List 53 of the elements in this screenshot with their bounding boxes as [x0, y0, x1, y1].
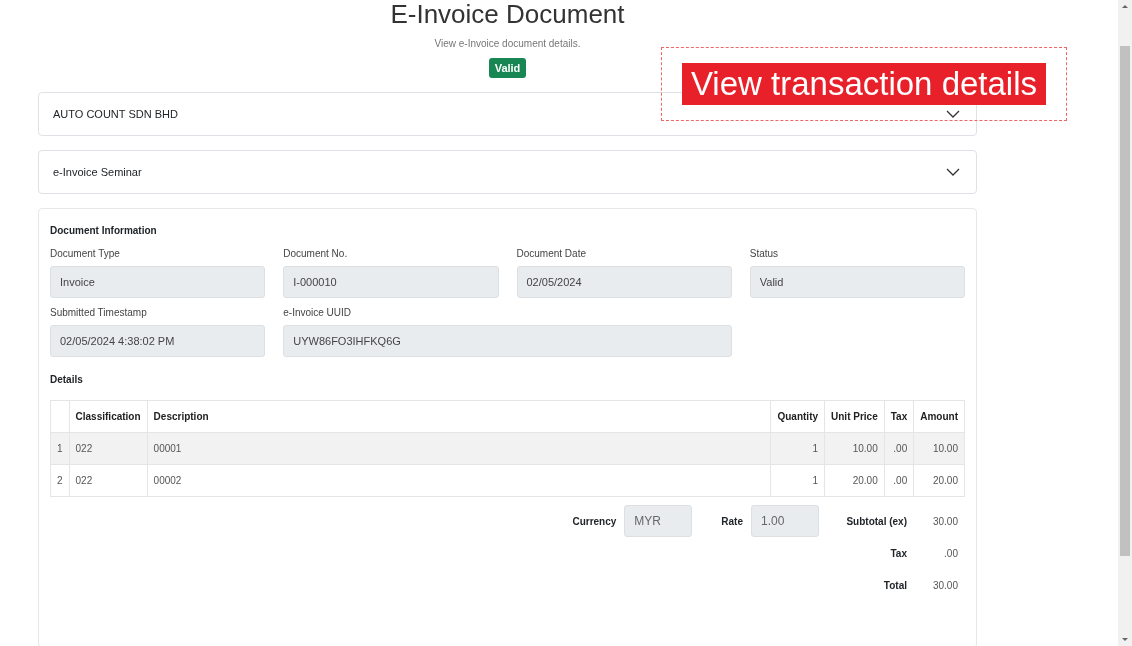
table-cell: 022	[69, 432, 148, 465]
callout-label: View transaction details	[681, 63, 1047, 105]
readonly-field[interactable]: 02/05/2024 4:38:02 PM	[50, 325, 266, 357]
column-header: Amount	[913, 400, 965, 433]
readonly-field[interactable]: Invoice	[50, 266, 266, 298]
table-cell: 10.00	[913, 432, 965, 465]
total-label: Total	[882, 579, 907, 591]
readonly-field[interactable]: Valid	[749, 266, 965, 298]
table-cell: 00002	[147, 464, 771, 497]
page-title: E-Invoice Document	[389, 0, 626, 31]
chevron-icon	[946, 168, 960, 176]
accordion-label: e-Invoice Seminar	[53, 166, 142, 178]
accordion-header[interactable]: e-Invoice Seminar	[38, 150, 977, 194]
field-label: Status	[749, 248, 780, 259]
page-subtitle: View e-Invoice document details.	[433, 38, 582, 49]
rate-field[interactable]: 1.00	[751, 505, 819, 537]
table-cell: 1	[770, 432, 825, 465]
status-badge: Valid	[488, 58, 527, 78]
total-value: 30.00	[931, 579, 959, 591]
column-header: Quantity	[770, 400, 825, 433]
currency-field[interactable]: MYR	[624, 505, 693, 537]
total-value: .00	[943, 547, 959, 559]
field-label: Submitted Timestamp	[50, 307, 148, 318]
section-heading: Details	[50, 374, 84, 385]
column-header: Tax	[884, 400, 914, 433]
currency-label: Currency	[572, 515, 617, 527]
total-value: 30.00	[931, 515, 959, 527]
field-label: Document No.	[283, 248, 349, 259]
table-cell: 20.00	[824, 464, 885, 497]
readonly-field[interactable]: I-000010	[283, 266, 499, 298]
rate-label: Rate	[721, 515, 743, 527]
section-heading: Document Information	[50, 225, 158, 236]
table-cell: 1	[50, 432, 70, 465]
column-header: Unit Price	[824, 400, 885, 433]
table-cell: 1	[770, 464, 825, 497]
field-label: Document Type	[50, 248, 121, 259]
table-cell: 022	[69, 464, 148, 497]
table-cell: 2	[50, 464, 70, 497]
table-cell: 00001	[147, 432, 771, 465]
table-cell: .00	[884, 464, 914, 497]
readonly-field[interactable]: UYW86FO3IHFKQ6G	[283, 325, 732, 357]
accordion-label: AUTO COUNT SDN BHD	[53, 108, 178, 120]
table-cell: 20.00	[913, 464, 965, 497]
readonly-field[interactable]: 02/05/2024	[516, 266, 732, 298]
total-label: Tax	[889, 547, 907, 559]
total-label: Subtotal (ex)	[845, 515, 907, 527]
chevron-icon	[946, 110, 960, 118]
table-cell: 10.00	[824, 432, 885, 465]
column-header: Classification	[69, 400, 148, 433]
field-label: e-Invoice UUID	[283, 307, 353, 318]
field-label: Document Date	[516, 248, 587, 259]
scrollbar[interactable]	[1118, 0, 1132, 646]
column-header: Description	[147, 400, 771, 433]
